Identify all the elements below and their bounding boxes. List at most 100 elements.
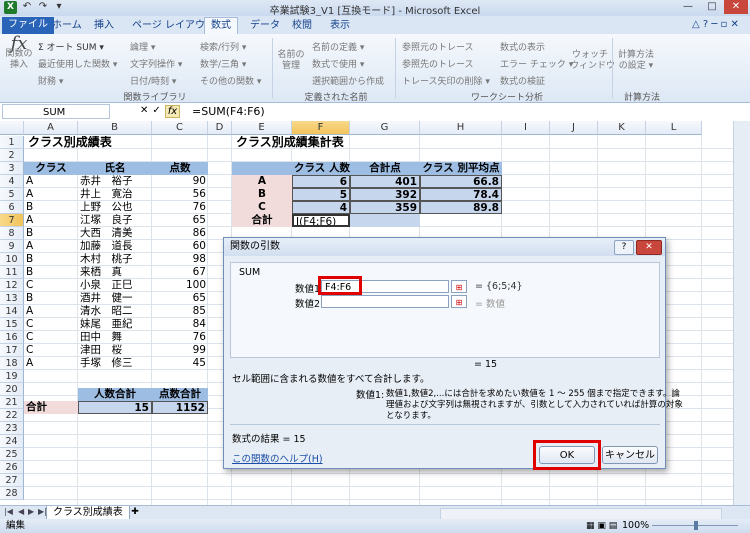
trace-dependents-button[interactable]: 参照先のトレース	[402, 57, 474, 70]
summary-cell[interactable]: 401	[350, 175, 420, 188]
table-cell[interactable]: 98	[152, 253, 208, 266]
error-checking-button[interactable]: エラー チェック ▾	[500, 57, 573, 70]
column-header[interactable]: A	[24, 121, 78, 135]
table-cell[interactable]: 86	[152, 227, 208, 240]
table-cell[interactable]: 木村 桃子	[78, 253, 152, 266]
arg2-input[interactable]	[321, 295, 449, 308]
row-header[interactable]: 19	[0, 370, 24, 383]
column-header[interactable]: L	[646, 121, 702, 135]
sheet-nav-first[interactable]: |◀	[4, 507, 13, 516]
row-header[interactable]: 4	[0, 175, 24, 188]
column-header[interactable]: K	[598, 121, 646, 135]
header-total-people[interactable]: 人数合計	[78, 388, 152, 401]
table-cell[interactable]: 67	[152, 266, 208, 279]
watch-window-button[interactable]: ウォッチ ウィンドウ	[570, 50, 615, 72]
datetime-button[interactable]: 日付/時刻 ▾	[130, 74, 176, 87]
header-total-score[interactable]: 点数合計	[152, 388, 208, 401]
enter-icon[interactable]: ✓	[152, 105, 160, 118]
summary-cell[interactable]: 78.4	[420, 188, 502, 201]
table-cell[interactable]: 妹尾 亜紀	[78, 318, 152, 331]
define-name-button[interactable]: 名前の定義 ▾	[312, 40, 364, 53]
header-score[interactable]: 点数	[152, 162, 208, 175]
editing-cell-f7[interactable]: I(F4:F6)	[292, 214, 350, 227]
text-functions-button[interactable]: 文字列操作 ▾	[130, 57, 182, 70]
header-class[interactable]: クラス	[24, 162, 78, 175]
insert-sheet-icon[interactable]: ✚	[128, 506, 142, 519]
summary-cell[interactable]: 359	[350, 201, 420, 214]
dialog-help-button[interactable]: ?	[614, 240, 634, 255]
table-cell[interactable]: C	[24, 331, 78, 344]
row-header[interactable]: 20	[0, 383, 24, 396]
table-cell[interactable]: B	[24, 292, 78, 305]
table-cell[interactable]: B	[24, 201, 78, 214]
formula-input[interactable]: =SUM(F4:F6)	[192, 105, 265, 118]
table-cell[interactable]: 江塚 良子	[78, 214, 152, 227]
autosum-button[interactable]: Σ オート SUM ▾	[38, 40, 104, 53]
table-cell[interactable]: 90	[152, 175, 208, 188]
column-header[interactable]: F	[292, 121, 350, 135]
table-cell[interactable]: 手塚 修三	[78, 357, 152, 370]
row-header[interactable]: 5	[0, 188, 24, 201]
table-cell[interactable]: 田中 舞	[78, 331, 152, 344]
tab-formulas[interactable]: 数式	[204, 17, 238, 34]
row-header[interactable]: 15	[0, 318, 24, 331]
summary-cell[interactable]: A	[232, 175, 292, 188]
table-cell[interactable]: 清水 昭二	[78, 305, 152, 318]
remove-arrows-button[interactable]: トレース矢印の削除 ▾	[402, 74, 490, 87]
row-header[interactable]: 12	[0, 279, 24, 292]
table-cell[interactable]: 99	[152, 344, 208, 357]
table-cell[interactable]: A	[24, 175, 78, 188]
lookup-button[interactable]: 検索/行列 ▾	[200, 40, 246, 53]
column-header[interactable]: J	[550, 121, 598, 135]
sheet-nav-next[interactable]: ▶	[28, 507, 34, 516]
summary-cell[interactable]: 392	[350, 188, 420, 201]
table-cell[interactable]: 100	[152, 279, 208, 292]
table-cell[interactable]: 60	[152, 240, 208, 253]
row-header[interactable]: 1	[0, 136, 24, 149]
column-header[interactable]: G	[350, 121, 420, 135]
row-header[interactable]: 9	[0, 240, 24, 253]
row-header[interactable]: 6	[0, 201, 24, 214]
table-cell[interactable]: A	[24, 188, 78, 201]
trace-precedents-button[interactable]: 参照元のトレース	[402, 40, 474, 53]
row-header[interactable]: 8	[0, 227, 24, 240]
table-cell[interactable]: 上野 公也	[78, 201, 152, 214]
row-header[interactable]: 13	[0, 292, 24, 305]
tab-home[interactable]: ホーム	[46, 18, 88, 34]
vertical-scrollbar[interactable]	[733, 121, 750, 505]
use-in-formula-button[interactable]: 数式で使用 ▾	[312, 57, 364, 70]
show-formulas-button[interactable]: 数式の表示	[500, 40, 545, 53]
ribbon-window-controls[interactable]: △ ? ─ ▫ ✕	[692, 19, 739, 30]
select-all-corner[interactable]	[0, 121, 24, 135]
tab-data[interactable]: データ	[244, 18, 286, 34]
header-class-average[interactable]: クラス 別平均点	[420, 162, 502, 175]
row-header[interactable]: 2	[0, 149, 24, 162]
table-cell[interactable]: 津田 桜	[78, 344, 152, 357]
summary-cell[interactable]: 89.8	[420, 201, 502, 214]
header-class-count[interactable]: クラス 人数	[292, 162, 350, 175]
table-cell[interactable]: 酒井 健一	[78, 292, 152, 305]
summary-cell[interactable]: C	[232, 201, 292, 214]
arg1-collapse-icon[interactable]: ⊞	[451, 280, 467, 293]
table-cell[interactable]: C	[24, 344, 78, 357]
sheet-tab-active[interactable]: クラス別成績表	[46, 506, 130, 520]
row-header[interactable]: 24	[0, 435, 24, 448]
view-buttons[interactable]: ▦ ▣ ▤	[586, 519, 617, 533]
total-people-value[interactable]: 15	[78, 401, 152, 414]
row-header[interactable]: 14	[0, 305, 24, 318]
summary-cell[interactable]: 4	[292, 201, 350, 214]
table-cell[interactable]: A	[24, 214, 78, 227]
column-header[interactable]: I	[502, 121, 550, 135]
more-functions-button[interactable]: その他の関数 ▾	[200, 74, 261, 87]
function-help-link[interactable]: この関数のヘルプ(H)	[232, 451, 323, 465]
column-header[interactable]: H	[420, 121, 502, 135]
arg2-collapse-icon[interactable]: ⊞	[451, 295, 467, 308]
table-cell[interactable]: 井上 寛治	[78, 188, 152, 201]
close-window-button[interactable]: ✕	[724, 0, 748, 14]
header-class-total[interactable]: 合計点	[350, 162, 420, 175]
column-header[interactable]: B	[78, 121, 152, 135]
zoom-level[interactable]: 100%	[622, 519, 649, 533]
insert-function-button[interactable]: fx 関数の 挿入	[4, 35, 34, 71]
table-cell[interactable]: 45	[152, 357, 208, 370]
summary-cell[interactable]: B	[232, 188, 292, 201]
